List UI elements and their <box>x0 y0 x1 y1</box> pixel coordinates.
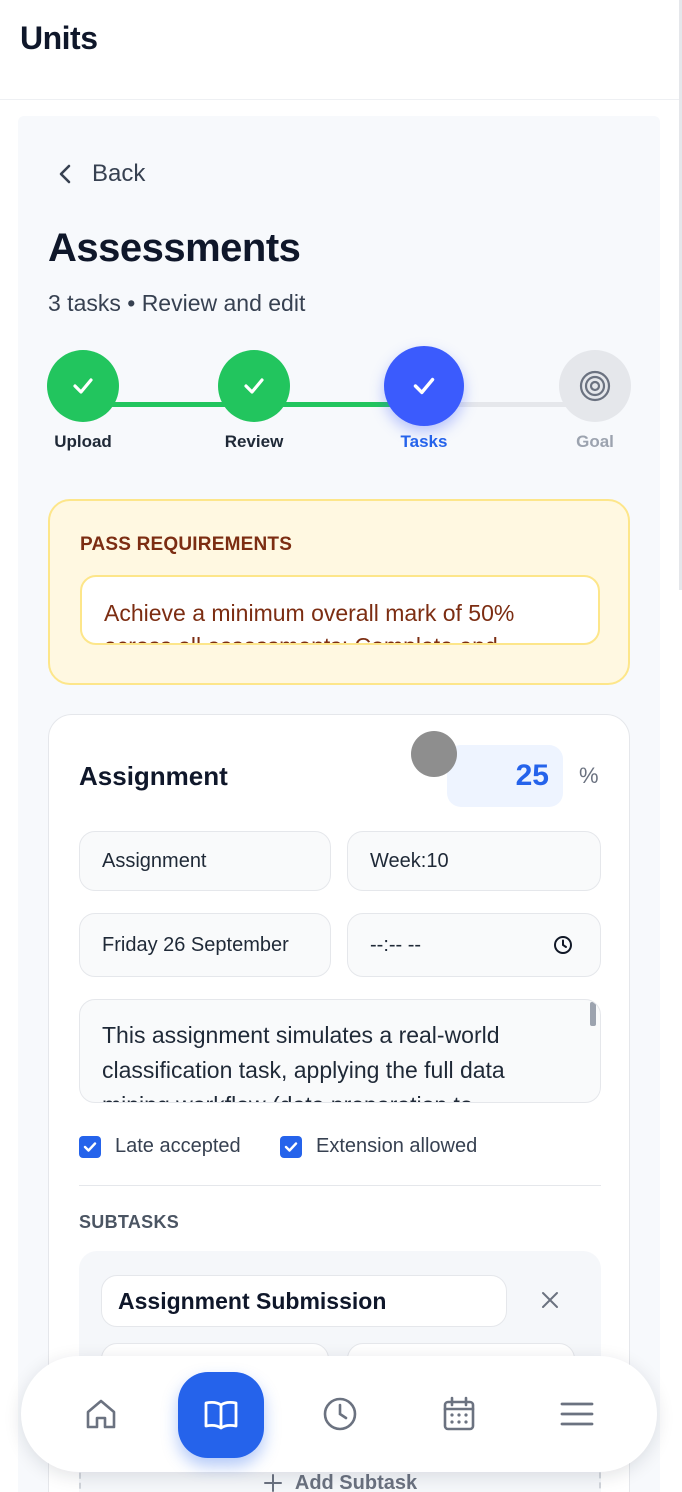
app-title: Units <box>20 20 98 56</box>
late-accepted-label: Late accepted <box>115 1135 241 1157</box>
due-time-input[interactable]: --:-- -- <box>347 913 601 977</box>
close-icon[interactable] <box>539 1289 561 1311</box>
progress-stepper: Upload Review Tasks Goal <box>0 340 682 460</box>
drag-handle[interactable] <box>411 731 457 777</box>
menu-icon <box>560 1402 594 1426</box>
checkbox-checked[interactable] <box>79 1135 101 1158</box>
late-accepted-checkbox[interactable]: Late accepted <box>79 1135 241 1158</box>
week-value: Week:10 <box>370 849 449 872</box>
nav-home[interactable] <box>58 1356 144 1472</box>
top-bar: Units <box>0 0 682 100</box>
check-icon <box>83 1141 97 1152</box>
nav-history[interactable] <box>297 1356 383 1472</box>
clock-icon[interactable] <box>552 934 574 956</box>
description-text: This assignment simulates a real-world c… <box>102 1022 505 1102</box>
step-complete-indicator <box>47 350 119 422</box>
step-upload[interactable]: Upload <box>33 350 133 452</box>
due-date-value: Friday 26 September <box>102 933 289 956</box>
clock-icon <box>323 1397 357 1431</box>
step-label: Upload <box>54 432 112 451</box>
step-label: Tasks <box>400 432 448 451</box>
chevron-left-icon <box>59 164 71 184</box>
subtasks-heading: SUBTASKS <box>79 1212 180 1232</box>
step-label: Review <box>224 432 284 451</box>
bottom-navigation <box>21 1356 657 1472</box>
book-icon <box>204 1401 238 1430</box>
due-time-value: --:-- -- <box>370 933 422 956</box>
check-icon <box>73 378 93 394</box>
step-current-indicator <box>384 346 464 426</box>
back-label: Back <box>92 160 146 187</box>
plus-icon <box>263 1474 282 1492</box>
check-icon <box>413 377 435 395</box>
target-icon <box>579 370 611 402</box>
check-icon <box>284 1141 298 1152</box>
page-subtitle: 3 tasks • Review and edit <box>48 290 306 316</box>
home-icon <box>86 1399 116 1429</box>
step-tasks[interactable]: Tasks <box>374 346 474 452</box>
pass-requirements-heading: PASS REQUIREMENTS <box>80 534 293 555</box>
pass-requirements-card: PASS REQUIREMENTS Achieve a minimum over… <box>48 499 630 685</box>
divider <box>79 1185 601 1186</box>
due-date-input[interactable]: Friday 26 September <box>79 913 331 977</box>
step-goal[interactable]: Goal <box>545 350 645 452</box>
assessment-title: Assignment <box>79 761 228 791</box>
nav-calendar[interactable] <box>416 1356 502 1472</box>
weight-unit: % <box>579 763 599 788</box>
calendar-icon <box>443 1396 475 1431</box>
step-pending-indicator <box>559 350 631 422</box>
page-title: Assessments <box>48 226 301 270</box>
subtask-name-input[interactable]: Assignment Submission <box>101 1275 507 1327</box>
step-label: Goal <box>576 432 614 451</box>
nav-menu[interactable] <box>534 1356 620 1472</box>
add-subtask-label: Add Subtask <box>294 1471 418 1492</box>
pass-requirements-text[interactable]: Achieve a minimum overall mark of 50% ac… <box>80 575 600 645</box>
description-textarea[interactable]: This assignment simulates a real-world c… <box>79 999 601 1103</box>
step-review[interactable]: Review <box>204 350 304 452</box>
back-button[interactable]: Back <box>56 160 145 188</box>
nav-units[interactable] <box>178 1372 264 1458</box>
extension-allowed-checkbox[interactable]: Extension allowed <box>280 1135 477 1158</box>
checkbox-checked[interactable] <box>280 1135 302 1158</box>
step-complete-indicator <box>218 350 290 422</box>
week-select[interactable]: Week:10 <box>347 831 601 891</box>
textarea-scrollbar[interactable] <box>590 1002 596 1026</box>
assessment-type-select[interactable]: Assignment <box>79 831 331 891</box>
subtask-name-value: Assignment Submission <box>118 1287 387 1314</box>
extension-allowed-label: Extension allowed <box>316 1135 478 1157</box>
weight-input[interactable]: 25 <box>447 745 563 807</box>
check-icon <box>244 378 264 394</box>
assessment-type-value: Assignment <box>102 849 207 872</box>
